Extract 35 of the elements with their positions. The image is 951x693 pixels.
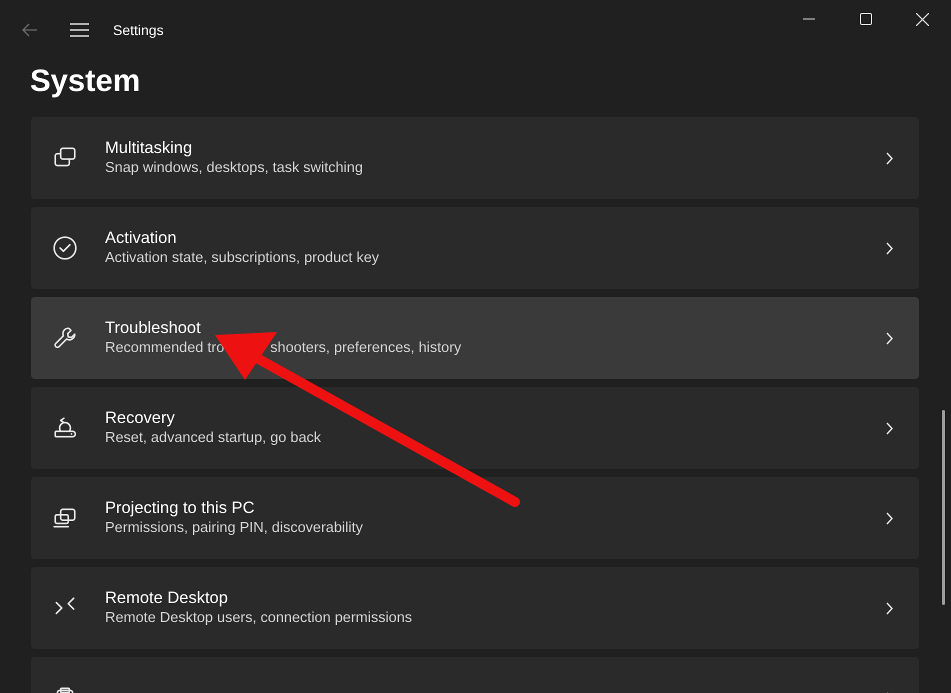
- settings-item[interactable]: Remote Desktop Remote Desktop users, connection permissions: [31, 567, 919, 649]
- item-description: Recommended tro: [105, 339, 224, 358]
- settings-item[interactable]: Activation Activation state, subscriptions, product key: [31, 207, 919, 289]
- back-arrow-icon[interactable]: [22, 23, 38, 37]
- item-title: Projecting to this PC: [105, 498, 256, 519]
- item-description: shooters, preferences, history: [270, 339, 462, 358]
- close-icon: [916, 12, 929, 26]
- item-description: Reset, advanced startup, go back: [105, 429, 322, 448]
- menu-icon[interactable]: [70, 23, 89, 37]
- chevron-right-icon: [886, 332, 893, 344]
- minimize-icon: [802, 18, 814, 20]
- chevron-right-icon: [886, 242, 893, 254]
- scrollbar-thumb[interactable]: [942, 410, 945, 605]
- settings-item[interactable]: Troubleshoot Recommended tro shooters, preferences, history: [31, 297, 919, 379]
- window-title: Settings: [113, 20, 164, 40]
- chevron-right-icon: [886, 512, 893, 524]
- item-title: Remote Desktop: [105, 588, 229, 609]
- maximize-icon: [860, 13, 872, 25]
- chevron-right-icon: [886, 422, 893, 434]
- settings-item[interactable]: Recovery Reset, advanced startup, go back: [31, 387, 919, 469]
- item-title: Recovery: [105, 408, 176, 429]
- item-description: Remote Desktop users, connection permissions: [105, 609, 412, 628]
- item-description: Activation state, subscriptions, product key: [105, 249, 380, 268]
- chevron-right-icon: [886, 152, 893, 164]
- page-title: System: [30, 62, 142, 100]
- item-description: Permissions, pairing PIN, discoverability: [105, 519, 363, 538]
- checkmark-circle-icon: [52, 235, 78, 261]
- wrench-icon: [52, 325, 78, 351]
- settings-item[interactable]: Multitasking Snap windows, desktops, task switching: [31, 117, 919, 199]
- item-title: Multitasking: [105, 138, 194, 159]
- item-description: Snap windows, desktops, task switching: [105, 159, 363, 178]
- chevron-right-icon: [886, 602, 893, 614]
- item-title: Activation: [105, 228, 178, 249]
- settings-item[interactable]: Projecting to this PC Permissions, pairing PIN, discoverability: [31, 477, 919, 559]
- item-title: Troubleshoot: [105, 318, 202, 339]
